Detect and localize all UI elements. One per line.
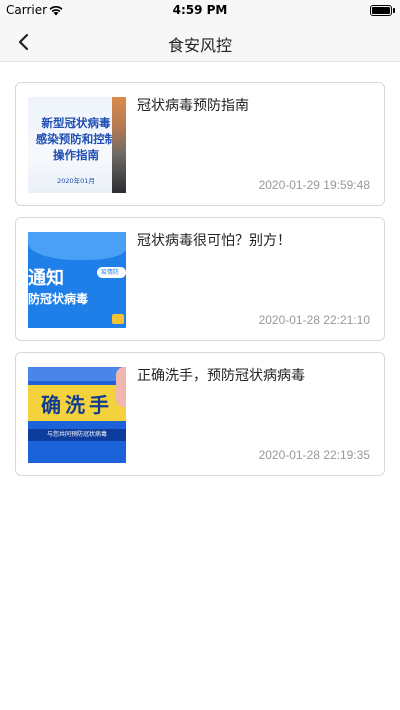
article-thumbnail: 通知 疫情防控 防冠状病毒	[28, 232, 126, 328]
article-title: 冠状病毒很可怕？别方！	[137, 233, 291, 249]
article-card[interactable]: 新型冠状病毒 感染预防和控制 操作指南 2020年01月 冠状病毒预防指南 20…	[15, 82, 385, 206]
page-title: 食安风控	[167, 36, 232, 55]
article-title: 冠状病毒预防指南	[137, 98, 249, 114]
article-list: 新型冠状病毒 感染预防和控制 操作指南 2020年01月 冠状病毒预防指南 20…	[15, 82, 385, 487]
battery-icon	[370, 5, 392, 16]
article-card[interactable]: 通知 疫情防控 防冠状病毒 冠状病毒很可怕？别方！ 2020-01-28 22:…	[15, 217, 385, 341]
article-thumbnail: 确洗手 与您共同预防冠状病毒	[28, 367, 126, 463]
article-thumbnail: 新型冠状病毒 感染预防和控制 操作指南 2020年01月	[28, 97, 126, 193]
article-card[interactable]: 确洗手 与您共同预防冠状病毒 正确洗手，预防冠状病病毒 2020-01-28 2…	[15, 352, 385, 476]
article-date: 2020-01-29 19:59:48	[258, 178, 370, 192]
navigation-bar: 食安风控	[0, 22, 400, 62]
article-date: 2020-01-28 22:19:35	[258, 448, 370, 462]
status-bar: Carrier 4:59 PM	[0, 0, 400, 22]
article-title: 正确洗手，预防冠状病病毒	[137, 368, 305, 384]
article-date: 2020-01-28 22:21:10	[258, 313, 370, 327]
clock: 4:59 PM	[172, 3, 228, 17]
